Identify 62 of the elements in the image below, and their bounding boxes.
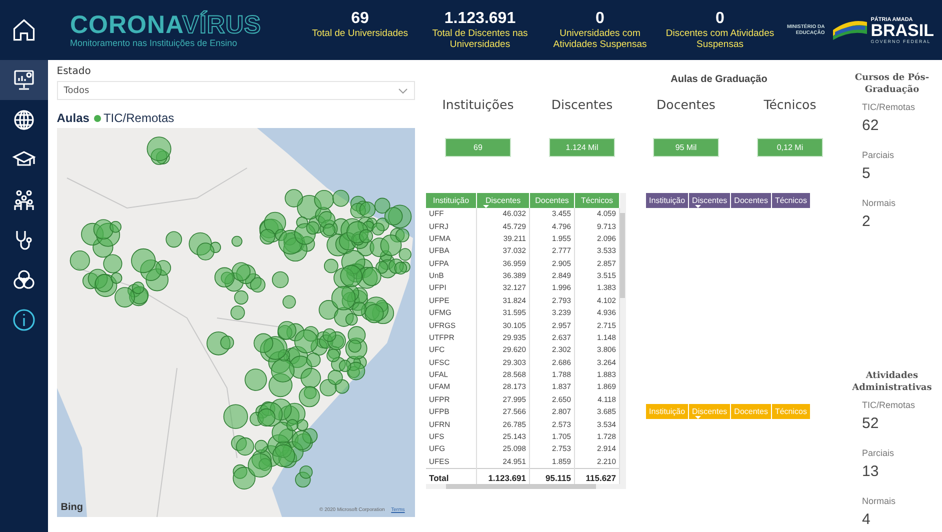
stat-label: TIC/Remotas — [862, 102, 915, 112]
state-dropdown[interactable]: Todos — [56, 81, 416, 100]
stat-value: 62 — [862, 117, 879, 134]
monitor-chart-icon[interactable] — [14, 70, 34, 90]
people-group-icon[interactable] — [14, 190, 34, 211]
stat-label: Parciais — [862, 448, 894, 458]
graduation-cap-icon[interactable] — [12, 151, 36, 166]
metric-label: Discentes — [551, 97, 613, 112]
brand-name: BRASIL — [870, 22, 934, 38]
map-provider-logo: Bing — [60, 502, 83, 513]
column-header[interactable]: Instituição — [646, 404, 689, 419]
metric-value: 1.124 Mil — [549, 138, 615, 157]
metric-value: 0,12 Mi — [756, 138, 823, 157]
info-icon[interactable] — [13, 309, 35, 331]
metric-label: Docentes — [656, 97, 716, 112]
globe-icon[interactable] — [14, 110, 34, 130]
column-header[interactable]: Docentes — [730, 404, 772, 419]
column-header[interactable]: Discentes — [476, 193, 530, 208]
stat-label: Normais — [862, 496, 896, 506]
column-header[interactable]: Docentes — [530, 193, 575, 208]
stat-value: 4 — [862, 511, 870, 528]
column-header[interactable]: Instituição — [646, 193, 689, 208]
panel-title: Cursos de Pós-Graduação — [854, 72, 930, 96]
stat-label: Total de Discentes nas Universidades — [431, 28, 529, 50]
stat-value: 1.123.691 — [444, 10, 516, 28]
stat-value: 52 — [862, 415, 879, 432]
scrollbar-thumb[interactable] — [620, 213, 626, 298]
map-title: Aulas — [56, 111, 90, 125]
stat-label: Total de Universidades — [310, 28, 410, 39]
filter-label: Estado — [56, 66, 92, 77]
stat-value: 5 — [862, 165, 870, 182]
metric-value: 95 Mil — [652, 138, 719, 157]
metric-label: Técnicos — [764, 97, 816, 112]
column-header[interactable]: Discentes — [688, 193, 731, 208]
stat-value: 2 — [862, 213, 870, 230]
stat-value: 0 — [716, 10, 724, 28]
stat-label: Parciais — [862, 150, 894, 160]
scrollbar-thumb[interactable] — [446, 484, 596, 490]
flag-logo-icon — [832, 20, 867, 40]
column-header[interactable]: Instituição — [426, 193, 477, 208]
chevron-down-icon — [398, 88, 408, 94]
column-header[interactable]: Técnicos — [771, 404, 810, 419]
stat-value: 0 — [596, 10, 604, 28]
stethoscope-icon[interactable] — [16, 230, 32, 250]
metric-value: 69 — [445, 138, 511, 157]
panel-title: Atividades Administrativas — [851, 370, 933, 394]
stat-label: Normais — [862, 198, 896, 208]
stat-label: Discentes com Atividades Suspensas — [664, 28, 776, 50]
section-title: Aulas de Graduação — [670, 74, 768, 85]
stat-value: 69 — [351, 10, 369, 28]
column-header[interactable]: Docentes — [730, 193, 772, 208]
legend-label: TIC/Remotas — [103, 111, 174, 125]
logo-title: CORONAVÍRUS — [70, 12, 262, 38]
stat-value: 13 — [862, 463, 879, 480]
column-header[interactable]: Discentes — [688, 404, 731, 419]
home-icon[interactable] — [11, 17, 37, 43]
logo-subtitle: Monitoramento nas Instituições de Ensino — [70, 38, 238, 48]
column-header[interactable]: Técnicos — [771, 193, 810, 208]
metric-label: Instituições — [442, 97, 514, 112]
stat-label: TIC/Remotas — [862, 400, 915, 410]
sidebar-item[interactable] — [0, 60, 48, 100]
stat-label: Universidades com Atividades Suspensas — [552, 28, 648, 50]
